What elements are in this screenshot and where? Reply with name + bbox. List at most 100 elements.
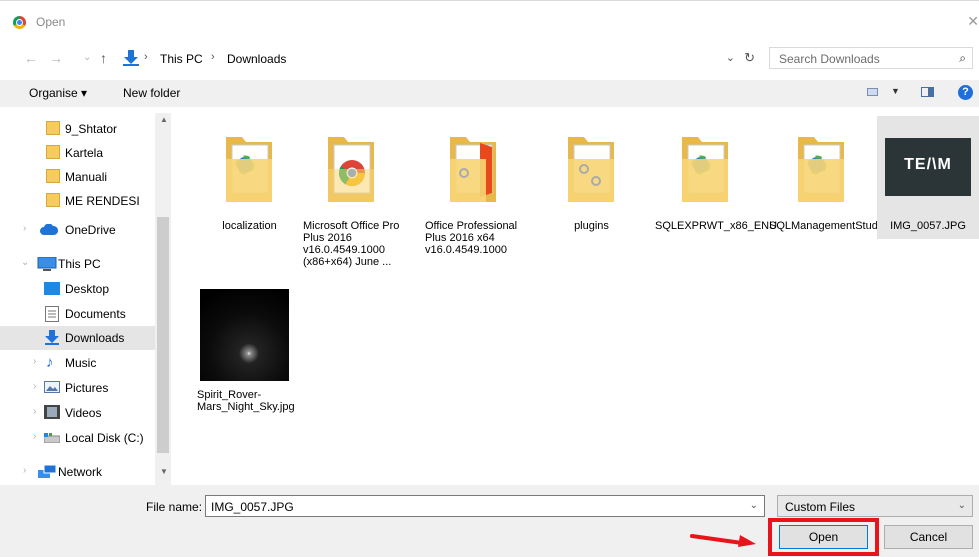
file-item-microsoft-office-pro-plus[interactable]: Microsoft Office Pro Plus 2016 v16.0.454… — [299, 113, 404, 273]
folder-icon — [46, 121, 60, 135]
file-item-plugins[interactable]: plugins — [539, 113, 644, 253]
music-icon: ♪ — [46, 354, 54, 371]
sidebar-item-kartela[interactable]: Kartela — [0, 141, 155, 165]
collapse-chevron-icon[interactable]: ⌄ — [21, 257, 29, 268]
file-name: localization — [222, 220, 277, 232]
file-name-label: File name: — [146, 500, 203, 514]
expand-chevron-icon[interactable]: › — [33, 381, 36, 392]
back-button[interactable]: ← — [24, 50, 38, 66]
sidebar-item-onedrive[interactable]: › OneDrive — [0, 218, 155, 242]
recent-locations-button[interactable]: ⌄ — [83, 52, 91, 63]
sidebar-item-label: Local Disk (C:) — [65, 431, 144, 445]
folder-icon — [46, 193, 60, 207]
sidebar-item-music[interactable]: › ♪ Music — [0, 351, 155, 375]
chevron-down-icon[interactable]: ⌄ — [958, 500, 966, 511]
red-arrow-annotation — [690, 534, 756, 547]
folder-icon — [568, 137, 614, 202]
desktop-icon — [44, 282, 60, 298]
sidebar-item-this-pc[interactable]: ⌄ This PC — [0, 252, 155, 276]
cancel-button[interactable]: Cancel — [884, 525, 973, 549]
file-item-sqlmanagementstudio[interactable]: SQLManagementStudio_x64_ENU — [769, 113, 940, 253]
up-button[interactable]: ↑ — [100, 50, 107, 66]
sidebar-item-label: Downloads — [65, 331, 125, 345]
file-name: SQLEXPRWT_x86_ENU — [655, 220, 778, 232]
sidebar-item-label: ME RENDESI — [65, 194, 140, 208]
file-name: Spirit_Rover-Mars_Night_Sky.jpg — [197, 389, 295, 413]
sidebar-item-label: OneDrive — [65, 223, 116, 237]
downloads-icon — [44, 330, 60, 348]
sidebar-item-videos[interactable]: › Videos — [0, 401, 155, 425]
folder-icon — [798, 137, 844, 202]
chevron-down-icon[interactable]: ⌄ — [750, 500, 758, 511]
file-name: IMG_0057.JPG — [890, 220, 966, 232]
image-thumbnail — [200, 289, 289, 381]
sidebar-item-documents[interactable]: Documents — [0, 302, 155, 326]
organise-menu[interactable]: Organise ▾ — [29, 86, 87, 100]
view-icon[interactable] — [867, 88, 878, 96]
sidebar-item-label: Pictures — [65, 381, 109, 395]
file-type-value: Custom Files — [785, 500, 856, 514]
sidebar-item-downloads[interactable]: Downloads — [0, 326, 155, 350]
sidebar-item-me-rendesi[interactable]: ME RENDESI — [0, 189, 155, 213]
close-button[interactable]: ✕ — [967, 13, 979, 30]
help-icon[interactable]: ? — [958, 85, 973, 100]
scroll-down-arrow[interactable]: ▼ — [160, 467, 168, 476]
expand-chevron-icon[interactable]: › — [33, 356, 36, 367]
sidebar-item-desktop[interactable]: Desktop — [0, 277, 155, 301]
file-name-value: IMG_0057.JPG — [211, 500, 294, 514]
address-dropdown-button[interactable]: ⌄ — [726, 51, 735, 64]
sidebar-item-manuali[interactable]: Manuali — [0, 165, 155, 189]
breadcrumb-downloads[interactable]: Downloads — [227, 52, 286, 66]
sidebar-scrollbar-thumb[interactable] — [157, 217, 169, 453]
file-item-img-0057[interactable]: TE/\M IMG_0057.JPG — [877, 116, 979, 239]
scroll-up-arrow[interactable]: ▲ — [160, 115, 168, 124]
pictures-icon — [44, 381, 60, 396]
expand-chevron-icon[interactable]: › — [23, 223, 26, 234]
sidebar-item-local-disk[interactable]: › Local Disk (C:) — [0, 426, 155, 450]
window-title: Open — [36, 15, 66, 29]
chrome-icon — [13, 16, 26, 29]
file-name: SQLManagementStudio_x64_ENU — [769, 220, 940, 232]
new-folder-button[interactable]: New folder — [123, 86, 180, 100]
computer-icon — [37, 256, 57, 275]
videos-icon — [44, 405, 60, 422]
image-thumbnail: TE/\M — [885, 138, 971, 196]
expand-chevron-icon[interactable]: › — [33, 431, 36, 442]
expand-chevron-icon[interactable]: › — [23, 465, 26, 476]
forward-button[interactable]: → — [49, 50, 63, 66]
expand-chevron-icon[interactable]: › — [33, 406, 36, 417]
folder-icon — [328, 137, 374, 202]
team-logo-text: TE/\M — [904, 156, 952, 173]
title-bar: Open ✕ — [0, 1, 979, 39]
search-input[interactable]: Search Downloads ⌕ — [769, 47, 973, 69]
file-type-select[interactable]: Custom Files ⌄ — [777, 495, 973, 517]
network-icon — [37, 464, 57, 482]
command-bar: Organise ▾ New folder ▼ ? — [0, 80, 979, 107]
cloud-icon — [40, 223, 59, 238]
sidebar-item-label: Videos — [65, 406, 102, 420]
sidebar-item-network[interactable]: › Network — [0, 460, 155, 484]
breadcrumb-this-pc[interactable]: This PC — [160, 52, 203, 66]
file-name-input[interactable]: IMG_0057.JPG ⌄ — [205, 495, 765, 517]
sidebar-item-label: Kartela — [65, 146, 104, 160]
sidebar-item-label: Music — [65, 356, 97, 370]
folder-icon — [46, 145, 60, 159]
drive-icon — [43, 432, 61, 446]
sidebar-item-pictures[interactable]: › Pictures — [0, 376, 155, 400]
folder-icon — [450, 137, 496, 202]
sidebar-item-label: 9_Shtator — [65, 122, 118, 136]
file-item-localization[interactable]: localization — [197, 113, 302, 253]
sidebar-item-9-shtator[interactable]: 9_Shtator — [0, 117, 155, 141]
address-bar[interactable]: › This PC › Downloads ⌄ ↻ — [118, 47, 763, 69]
file-item-sqlexprwt[interactable]: SQLEXPRWT_x86_ENU — [653, 113, 778, 253]
address-row: ← → ⌄ ↑ › This PC › Downloads ⌄ ↻ Search… — [0, 45, 979, 73]
downloads-icon — [122, 50, 140, 69]
file-item-spirit-rover[interactable]: Spirit_Rover-Mars_Night_Sky.jpg — [197, 288, 302, 428]
file-name: Microsoft Office Pro Plus 2016 v16.0.454… — [303, 220, 400, 268]
search-icon[interactable]: ⌕ — [959, 51, 966, 66]
dialog-footer: File name: IMG_0057.JPG ⌄ Custom Files ⌄… — [0, 485, 979, 557]
refresh-button[interactable]: ↻ — [744, 50, 755, 66]
file-item-office-professional-plus[interactable]: Office Professional Plus 2016 x64 v16.0.… — [421, 113, 526, 273]
view-dropdown-button[interactable]: ▼ — [891, 86, 900, 96]
preview-pane-icon[interactable] — [921, 87, 934, 97]
